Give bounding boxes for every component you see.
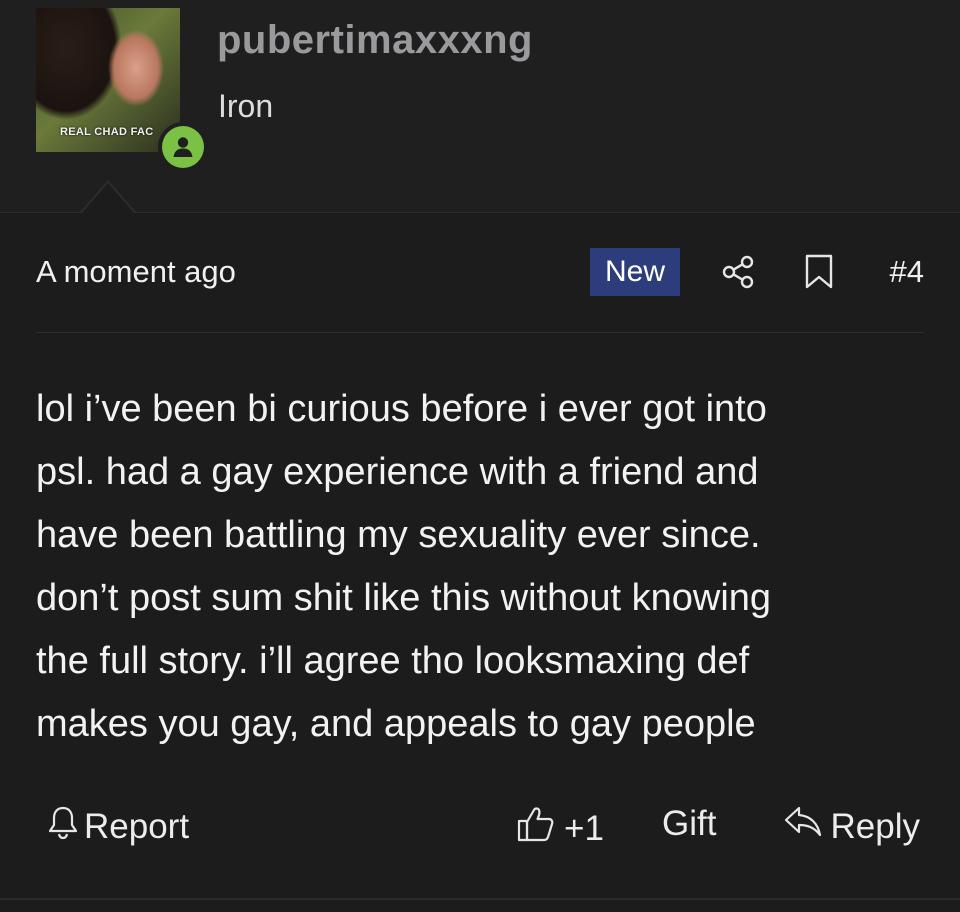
post-number[interactable]: #4 [890,254,924,290]
bell-icon [46,804,84,849]
thumbs-up-icon [516,804,564,853]
share-icon[interactable] [720,254,756,290]
avatar-caption: REAL CHAD FAC [60,126,154,138]
divider [36,332,924,333]
reply-arrow-icon [783,804,831,849]
like-button[interactable]: +1 [516,804,604,853]
user-rank: Iron [218,88,274,124]
report-button[interactable]: Report [46,804,189,849]
post-body-line: don’t post sum shit like this without kn… [36,577,772,619]
reply-label: Reply [830,806,920,846]
post-body-line: have been battling my sexuality ever sin… [36,514,761,556]
post-actions: Report +1 Gift Reply [36,800,924,856]
bookmark-icon[interactable] [804,254,834,290]
post-body-line: psl. had a gay experience with a friend … [36,451,759,493]
user-header: REAL CHAD FAC pubertimaxxxng Iron [0,0,960,213]
reply-button[interactable]: Reply [783,804,920,849]
avatar-container[interactable]: REAL CHAD FAC [36,8,208,172]
post-body-line: lol i’ve been bi curious before i ever g… [36,388,767,430]
online-status-badge [158,122,208,172]
gift-button[interactable]: Gift [662,804,716,844]
post-timestamp[interactable]: A moment ago [36,254,236,290]
post-body-line: makes you gay, and appeals to gay people [36,703,756,745]
post-meta: A moment ago New #4 [36,246,924,298]
post-body-line: the full story. i’ll agree tho looksmaxi… [36,640,750,682]
new-badge: New [590,248,680,296]
report-label: Report [84,806,190,846]
username[interactable]: pubertimaxxxng [217,18,533,63]
header-pointer-fill [82,183,134,213]
avatar[interactable]: REAL CHAD FAC [36,8,180,152]
bottom-divider [0,898,960,900]
person-icon [162,126,204,168]
like-count: +1 [564,808,604,848]
post-body: lol i’ve been bi curious before i ever g… [36,378,936,756]
